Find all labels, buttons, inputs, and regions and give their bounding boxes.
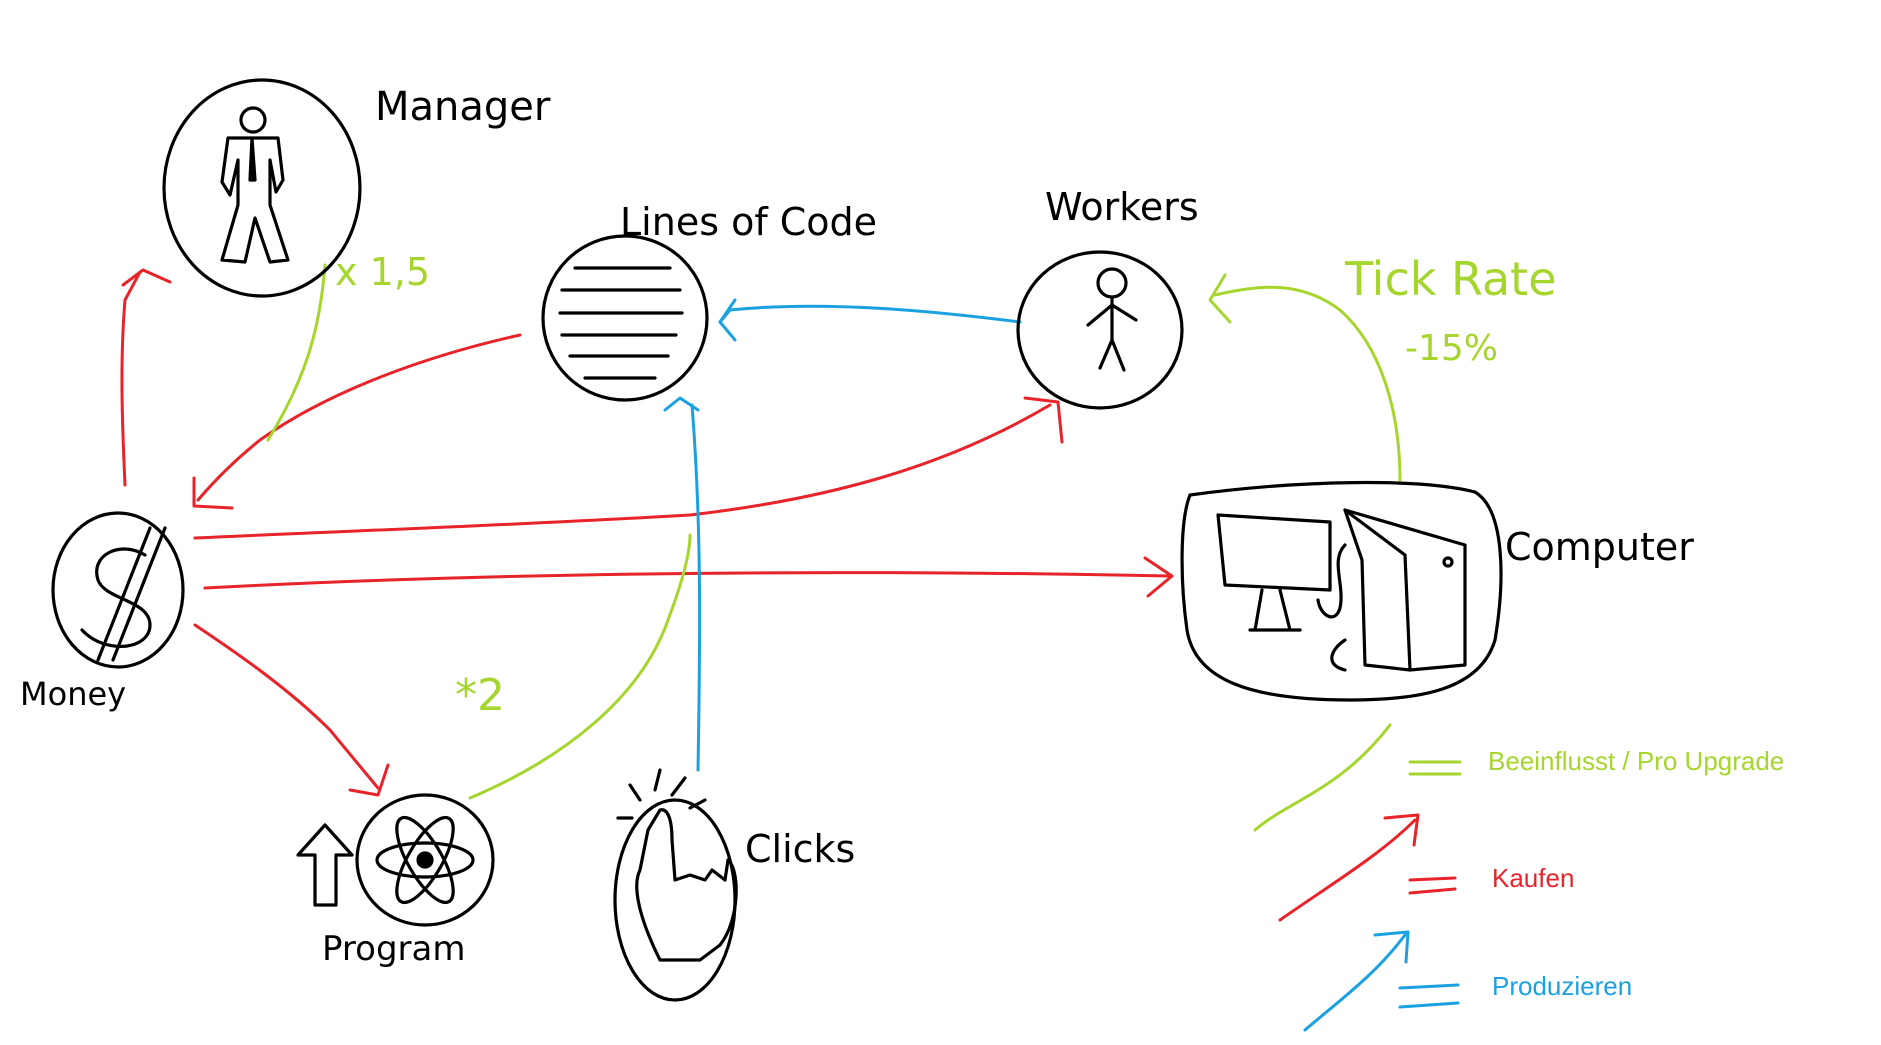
- lines-of-code-label: Lines of Code: [620, 200, 877, 244]
- clicks-node: [613, 768, 738, 1002]
- workers-node: [1016, 250, 1184, 410]
- stick-figure-icon: [1086, 267, 1138, 372]
- arrow-loc-to-money: [196, 333, 522, 502]
- diagram-canvas: Manager Lines of Code Workers Computer M…: [20, 78, 1784, 1032]
- manager-label: Manager: [375, 84, 551, 130]
- legend-item-produce: Produzieren: [1303, 930, 1632, 1032]
- arrow-money-to-computer: [203, 571, 1172, 590]
- legend: Beeinflusst / Pro Upgrade Kaufen Produzi…: [1253, 723, 1784, 1032]
- influence-arrows: [266, 263, 1402, 800]
- atom-icon: [375, 815, 475, 905]
- arrow-money-to-workers: [193, 403, 1052, 540]
- program-node: [296, 793, 495, 927]
- arrow-manager-influence: [266, 263, 327, 442]
- buy-arrows: [120, 268, 1174, 797]
- program-label: Program: [322, 929, 465, 969]
- arrow-money-to-program: [193, 623, 380, 790]
- arrow-workers-to-loc: [718, 304, 1022, 324]
- manager-icon: [220, 106, 290, 264]
- computer-label: Computer: [1505, 525, 1694, 569]
- produce-arrows: [663, 298, 1022, 772]
- computer-icon: [1216, 508, 1467, 672]
- code-lines-icon: [558, 266, 684, 380]
- tick-rate-label: Tick Rate: [1344, 252, 1557, 306]
- arrow-computer-to-workers: [1213, 285, 1402, 482]
- program-multiplier: *2: [455, 670, 505, 721]
- manager-node: [162, 78, 362, 298]
- money-node: [51, 511, 185, 669]
- tick-rate-change: -15%: [1405, 328, 1498, 369]
- money-label: Money: [20, 675, 126, 713]
- computer-node: [1180, 480, 1503, 702]
- clicks-label: Clicks: [745, 827, 855, 871]
- legend-buy-label: Kaufen: [1492, 863, 1574, 893]
- upgrade-arrow-icon: [296, 823, 354, 907]
- legend-item-buy: Kaufen: [1278, 813, 1574, 922]
- legend-produce-label: Produzieren: [1492, 971, 1632, 1001]
- arrow-money-to-manager: [120, 270, 142, 487]
- manager-multiplier: x 1,5: [335, 250, 430, 294]
- legend-influences-label: Beeinflusst / Pro Upgrade: [1488, 746, 1784, 776]
- lines-of-code-node: [541, 234, 709, 402]
- workers-label: Workers: [1045, 185, 1199, 229]
- legend-item-influences: Beeinflusst / Pro Upgrade: [1253, 723, 1784, 832]
- arrow-clicks-to-loc: [690, 403, 702, 772]
- dollar-icon: [80, 526, 167, 662]
